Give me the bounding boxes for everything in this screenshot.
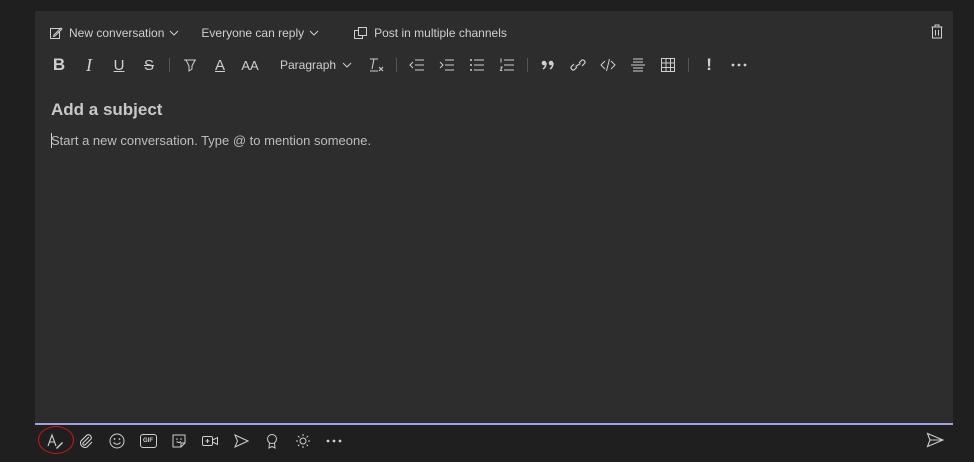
link-icon	[570, 58, 586, 72]
compose-actions-toolbar: GIF	[44, 430, 354, 452]
attach-file-button[interactable]	[75, 430, 97, 452]
quote-icon	[541, 60, 555, 70]
highlight-button[interactable]	[180, 54, 200, 76]
emoji-button[interactable]	[106, 430, 128, 452]
trash-icon	[931, 24, 943, 39]
more-options-button[interactable]	[729, 54, 749, 76]
chevron-down-icon	[342, 62, 352, 68]
badge-icon	[265, 433, 279, 449]
highlighter-icon	[182, 57, 198, 73]
toolbar-divider	[688, 58, 690, 72]
praise-highlights-button[interactable]	[292, 430, 314, 452]
chevron-down-icon	[309, 30, 325, 36]
send-icon	[926, 431, 944, 449]
gif-button[interactable]: GIF	[137, 430, 159, 452]
sticker-button[interactable]	[168, 430, 190, 452]
format-pen-icon	[46, 432, 64, 450]
stream-button[interactable]	[230, 430, 252, 452]
underline-button[interactable]: U	[109, 54, 129, 76]
increase-indent-button[interactable]	[437, 54, 457, 76]
reply-setting-dropdown[interactable]: Everyone can reply	[201, 26, 325, 40]
gif-icon: GIF	[139, 434, 157, 448]
body-placeholder: Start a new conversation. Type @ to ment…	[51, 133, 372, 148]
numbered-list-icon	[499, 58, 515, 72]
edit-icon	[49, 26, 69, 40]
post-multiple-label: Post in multiple channels	[374, 26, 507, 40]
toolbar-divider	[527, 58, 529, 72]
reply-setting-label: Everyone can reply	[201, 26, 305, 40]
new-conversation-dropdown[interactable]: New conversation	[49, 26, 185, 40]
compose-focus-underline	[35, 423, 953, 425]
strikethrough-button[interactable]: S	[139, 54, 159, 76]
format-toolbar: B I U S A AA Paragraph !	[49, 54, 759, 76]
more-icon	[731, 63, 747, 67]
outdent-icon	[409, 58, 425, 72]
table-icon	[660, 57, 676, 73]
compose-panel: New conversation Everyone can reply Post…	[35, 11, 953, 423]
code-icon	[600, 58, 616, 72]
paperclip-icon	[78, 433, 94, 449]
more-icon	[326, 439, 342, 443]
stream-play-icon	[233, 433, 249, 449]
sun-icon	[295, 433, 311, 449]
emoji-icon	[109, 433, 125, 449]
indent-icon	[439, 58, 455, 72]
post-multiple-channels-button[interactable]: Post in multiple channels	[353, 26, 507, 40]
horizontal-rule-button[interactable]	[628, 54, 648, 76]
send-button[interactable]	[926, 431, 944, 449]
horizontal-rule-icon	[630, 57, 646, 73]
toolbar-divider	[169, 58, 170, 72]
decrease-indent-button[interactable]	[407, 54, 427, 76]
paragraph-label: Paragraph	[280, 58, 337, 72]
bullet-list-icon	[469, 58, 485, 72]
chevron-down-icon	[169, 30, 185, 36]
clear-format-icon	[368, 57, 384, 73]
numbered-list-button[interactable]	[497, 54, 517, 76]
bold-button[interactable]: B	[49, 54, 69, 76]
copy-icon	[353, 26, 374, 40]
font-size-button[interactable]: AA	[240, 54, 260, 76]
toolbar-divider	[396, 58, 398, 72]
clear-formatting-button[interactable]	[366, 54, 386, 76]
insert-table-button[interactable]	[658, 54, 678, 76]
discard-button[interactable]	[931, 24, 943, 39]
message-body-field[interactable]: Start a new conversation. Type @ to ment…	[51, 133, 371, 148]
compose-header: New conversation Everyone can reply Post…	[49, 23, 523, 43]
praise-button[interactable]	[261, 430, 283, 452]
video-camera-icon	[201, 433, 219, 449]
bulleted-list-button[interactable]	[467, 54, 487, 76]
code-snippet-button[interactable]	[598, 54, 618, 76]
font-color-button[interactable]: A	[210, 54, 230, 76]
meet-now-button[interactable]	[199, 430, 221, 452]
new-conversation-label: New conversation	[69, 26, 165, 40]
mark-important-button[interactable]: !	[699, 54, 719, 76]
italic-button[interactable]: I	[79, 54, 99, 76]
subject-field[interactable]: Add a subject	[51, 100, 162, 120]
sticker-icon	[171, 433, 187, 449]
format-button[interactable]	[44, 430, 66, 452]
paragraph-style-dropdown[interactable]: Paragraph	[280, 58, 352, 72]
quote-button[interactable]	[538, 54, 558, 76]
messaging-extensions-button[interactable]	[323, 430, 345, 452]
insert-link-button[interactable]	[568, 54, 588, 76]
gif-label: GIF	[143, 438, 153, 444]
